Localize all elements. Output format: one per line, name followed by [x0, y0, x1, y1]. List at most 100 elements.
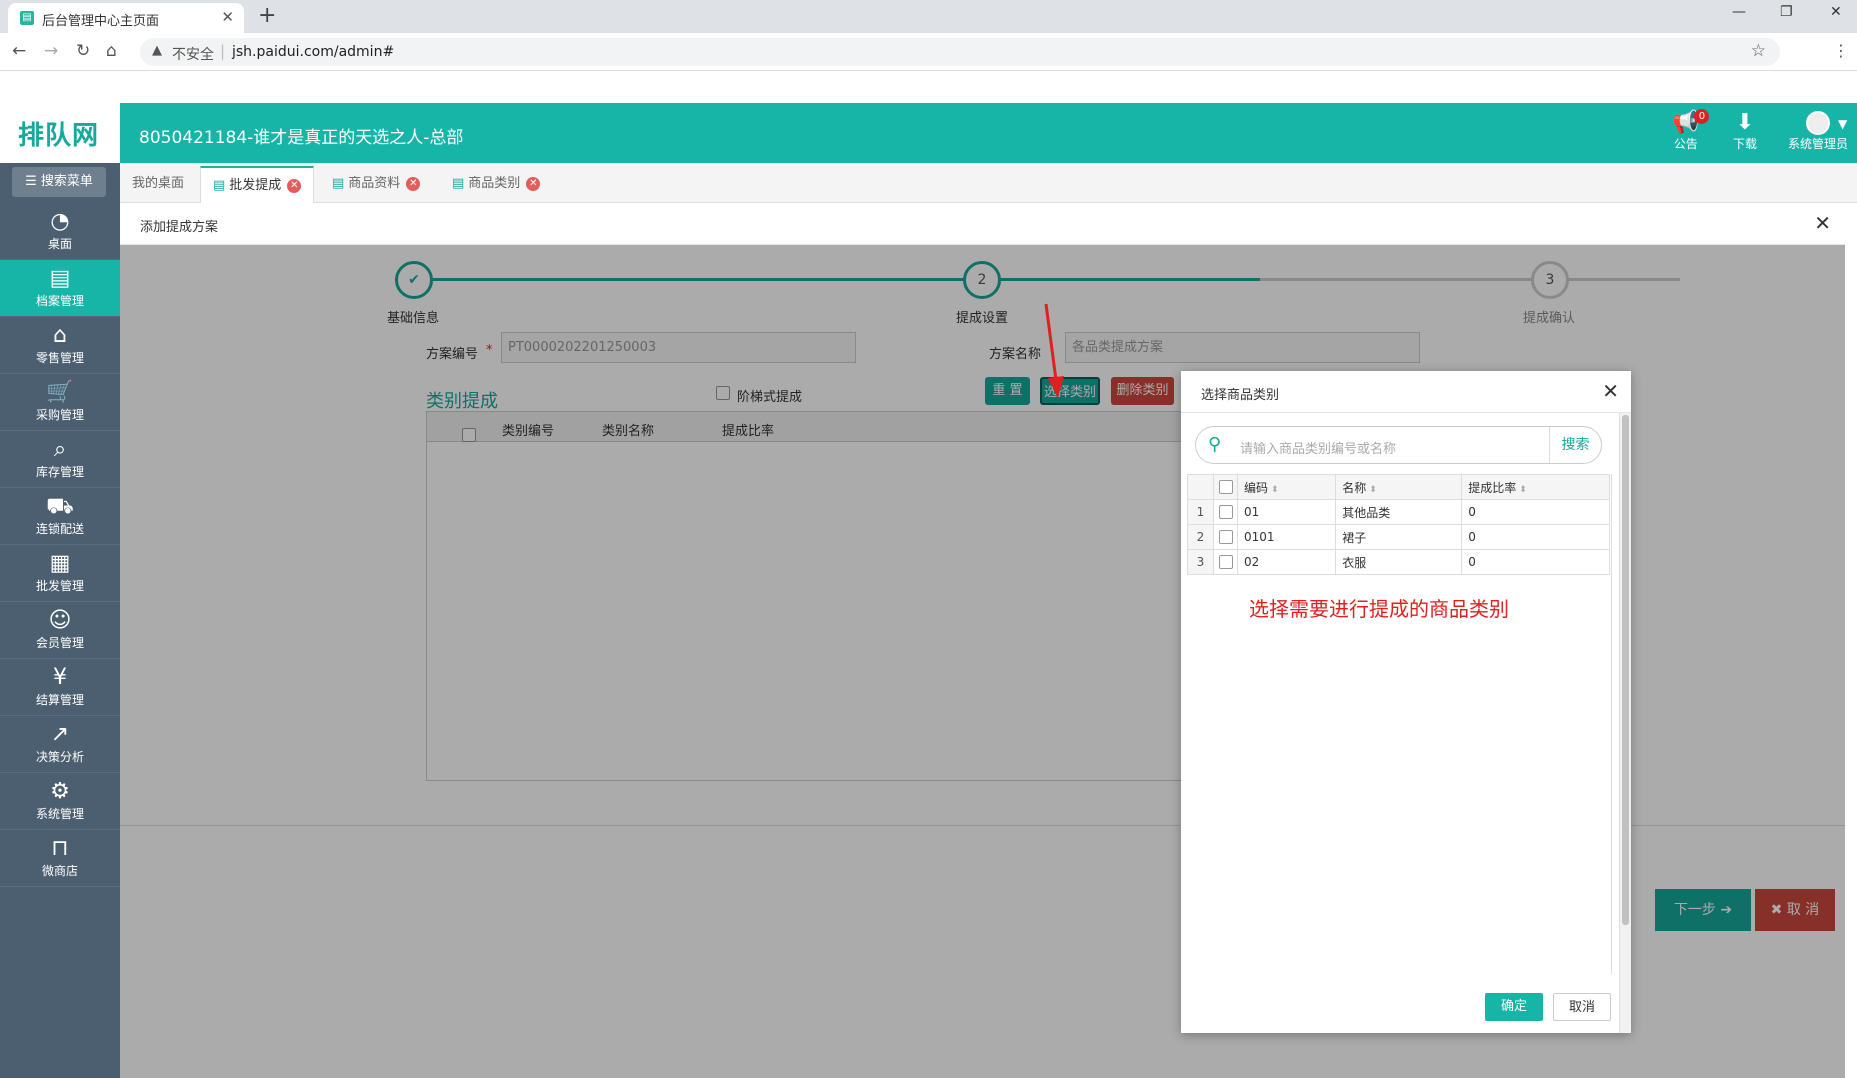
select-all-checkbox[interactable]	[1213, 474, 1238, 500]
sidebar-item[interactable]: ▤ 档案管理	[0, 260, 120, 317]
col-code[interactable]: 编码 ⬍	[1236, 474, 1337, 500]
document-icon: ▤	[452, 176, 465, 191]
sidebar-item[interactable]: ⌂ 零售管理	[0, 317, 120, 374]
cell-rate: 0	[1461, 549, 1610, 575]
url-text: jsh.paidui.com/admin#	[232, 44, 395, 60]
sort-icon: ⬍	[1519, 484, 1527, 495]
close-icon[interactable]: ✕	[1814, 211, 1831, 235]
menu-list-icon: ☰	[25, 174, 37, 189]
table-row[interactable]: 3 02 衣服 0	[1187, 549, 1610, 575]
checkbox-box[interactable]	[1218, 505, 1233, 520]
close-icon[interactable]: ✕	[1602, 379, 1619, 403]
url-divider: |	[220, 42, 226, 60]
browser-tab-title: 后台管理中心主页面	[42, 14, 160, 29]
notice-button[interactable]: 📢 0 公告	[1672, 109, 1710, 152]
row-checkbox[interactable]	[1213, 524, 1238, 550]
modal-cancel-button[interactable]: 取消	[1553, 993, 1611, 1021]
sidebar-item-label: 桌面	[47, 237, 72, 251]
row-number: 3	[1187, 549, 1214, 575]
cart-icon: 🛒	[46, 380, 74, 405]
download-button[interactable]: ⬇ 下载	[1733, 111, 1757, 152]
search-icon: ⚲	[1208, 434, 1222, 455]
cell-name: 裙子	[1335, 524, 1463, 550]
close-tab-icon[interactable]: ✕	[526, 176, 541, 191]
back-icon[interactable]: ←	[12, 41, 26, 61]
col-rate-label: 提成比率	[1468, 480, 1517, 495]
sidebar-item-label: 零售管理	[35, 351, 84, 365]
sidebar-item[interactable]: ⛟ 连锁配送	[0, 488, 120, 545]
tab-product-info[interactable]: ▤ 商品资料 ✕	[320, 166, 432, 203]
search-input[interactable]: 请输入商品类别编号或名称	[1240, 438, 1396, 457]
download-label: 下载	[1733, 137, 1758, 151]
search-button[interactable]: 搜索	[1549, 427, 1601, 463]
forward-icon[interactable]: →	[44, 41, 58, 61]
document-icon: ▤	[213, 178, 226, 193]
sidebar-item[interactable]: ⊓ 微商店	[0, 830, 120, 887]
sidebar-item[interactable]: ◔ 桌面	[0, 203, 120, 260]
notice-label: 公告	[1673, 137, 1698, 151]
row-checkbox[interactable]	[1213, 499, 1238, 525]
new-tab-button[interactable]: +	[258, 3, 276, 28]
select-category-modal: 选择商品类别 ✕ ⚲ 请输入商品类别编号或名称 搜索 编码 ⬍ 名称 ⬍ 提成比率 ⬍…	[1181, 371, 1631, 1033]
confirm-button[interactable]: 确定	[1485, 993, 1543, 1021]
sidebar-item[interactable]: 🛒 采购管理	[0, 374, 120, 431]
arrow-head	[1048, 376, 1064, 398]
col-code-label: 编码	[1244, 480, 1269, 495]
cell-rate: 0	[1461, 499, 1610, 525]
restore-button[interactable]: ❐	[1780, 4, 1793, 20]
category-table: 编码 ⬍ 名称 ⬍ 提成比率 ⬍ 1 01 其他品类 0 2 0101 裙子 0 3	[1187, 474, 1610, 575]
row-number: 2	[1187, 524, 1214, 550]
reload-icon[interactable]: ↻	[76, 41, 90, 61]
sidebar-item-label: 连锁配送	[35, 522, 84, 536]
cell-code: 01	[1236, 499, 1337, 525]
dialog-title: 添加提成方案	[140, 220, 219, 235]
sidebar-item[interactable]: ⚙ 系统管理	[0, 773, 120, 830]
inventory-icon: ⌕	[53, 437, 67, 462]
store-title: 8050421184-谁才是真正的天选之人-总部	[139, 128, 464, 148]
checkbox-box[interactable]	[1218, 480, 1233, 495]
cell-code: 02	[1236, 549, 1337, 575]
modal-scrollbar[interactable]	[1619, 413, 1631, 1033]
url-field[interactable]: ▲ 不安全 | jsh.paidui.com/admin# ☆	[140, 38, 1780, 66]
chevron-down-icon[interactable]: ▼	[1838, 117, 1847, 131]
close-tab-icon[interactable]: ✕	[221, 8, 234, 26]
close-tab-icon[interactable]: ✕	[406, 176, 421, 191]
sidebar-item[interactable]: ☺ 会员管理	[0, 602, 120, 659]
sidebar-item-label: 采购管理	[35, 408, 84, 422]
bookmark-star-icon[interactable]: ☆	[1751, 41, 1766, 61]
tab-my-desktop[interactable]: 我的桌面	[120, 166, 196, 203]
cell-name: 其他品类	[1335, 499, 1463, 525]
tab-product-category[interactable]: ▤ 商品类别 ✕	[440, 166, 552, 203]
sidebar-item[interactable]: ⌕ 库存管理	[0, 431, 120, 488]
search-menu-button[interactable]: ☰ 搜索菜单	[12, 167, 106, 197]
row-checkbox[interactable]	[1213, 549, 1238, 575]
table-row[interactable]: 2 0101 裙子 0	[1187, 524, 1610, 550]
table-row[interactable]: 1 01 其他品类 0	[1187, 499, 1610, 525]
sidebar-item[interactable]: ¥ 结算管理	[0, 659, 120, 716]
close-window-button[interactable]: ✕	[1830, 4, 1842, 20]
member-icon: ☺	[48, 608, 72, 633]
annotation-text: 选择需要进行提成的商品类别	[1249, 597, 1509, 621]
checkbox-box[interactable]	[1218, 555, 1233, 570]
col-rate[interactable]: 提成比率 ⬍	[1461, 474, 1610, 500]
cell-code: 0101	[1236, 524, 1337, 550]
minimize-button[interactable]: —	[1732, 4, 1746, 20]
sidebar-item-label: 档案管理	[35, 294, 84, 308]
browser-menu-icon[interactable]: ⋮	[1833, 41, 1849, 60]
scrollbar-thumb[interactable]	[1622, 415, 1629, 925]
home-icon[interactable]: ⌂	[106, 41, 117, 61]
sidebar-item[interactable]: ↗ 决策分析	[0, 716, 120, 773]
checkbox-box[interactable]	[1218, 530, 1233, 545]
col-name[interactable]: 名称 ⬍	[1335, 474, 1463, 500]
document-icon: ▤	[332, 176, 345, 191]
sidebar-item[interactable]: ▦ 批发管理	[0, 545, 120, 602]
tab-wholesale-commission[interactable]: ▤ 批发提成 ✕	[200, 166, 315, 203]
sort-icon: ⬍	[1369, 484, 1377, 495]
app-header: 排队网 8050421184-谁才是真正的天选之人-总部 📢 0 公告 ⬇ 下载…	[0, 103, 1857, 163]
browser-tab-strip: ▤ 后台管理中心主页面 ✕ + — ❐ ✕	[0, 0, 1857, 33]
sidebar-item-label: 会员管理	[35, 636, 84, 650]
browser-tab[interactable]: ▤ 后台管理中心主页面 ✕	[8, 3, 244, 33]
logo-text: 排队网	[18, 121, 100, 151]
close-tab-icon[interactable]: ✕	[287, 178, 302, 193]
sidebar-item-label: 库存管理	[35, 465, 84, 479]
